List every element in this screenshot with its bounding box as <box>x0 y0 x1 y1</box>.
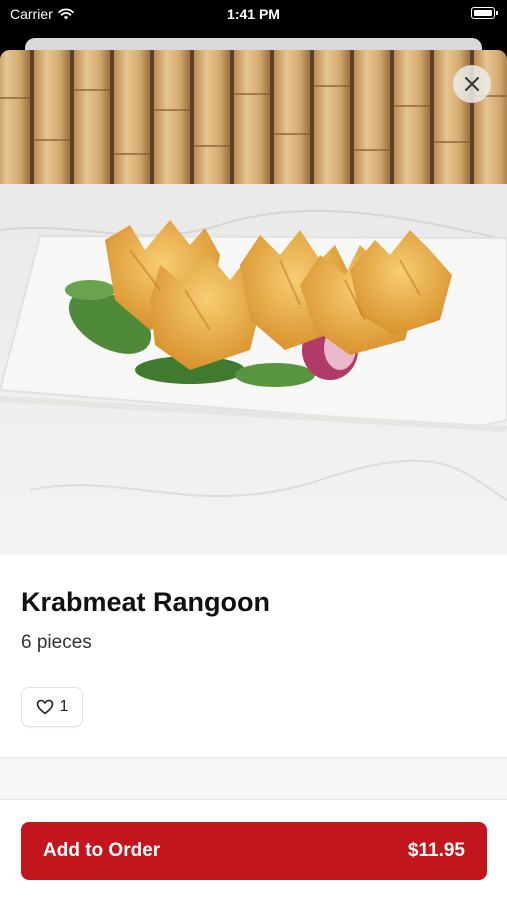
item-photo <box>0 50 507 555</box>
order-footer: Add to Order $11.95 <box>0 799 507 900</box>
status-time: 1:41 PM <box>227 6 280 22</box>
item-description: 6 pieces <box>21 632 92 653</box>
section-divider <box>0 757 507 800</box>
add-to-order-label: Add to Order <box>43 840 161 861</box>
item-title: Krabmeat Rangoon <box>21 587 271 617</box>
add-to-order-button[interactable]: Add to Order $11.95 <box>21 822 487 880</box>
item-info: Krabmeat Rangoon 6 pieces <box>21 587 270 654</box>
like-count: 1 <box>59 698 69 715</box>
order-price: $11.95 <box>407 840 465 861</box>
close-icon <box>465 77 479 91</box>
food-image <box>0 50 507 555</box>
status-bar: Carrier 1:41 PM <box>0 0 507 30</box>
item-detail-sheet: Krabmeat Rangoon 6 pieces 1 Add to Order… <box>0 50 507 900</box>
like-button[interactable]: 1 <box>21 687 83 727</box>
close-button[interactable] <box>453 65 491 103</box>
battery-icon <box>471 7 498 19</box>
heart-icon <box>36 699 53 715</box>
